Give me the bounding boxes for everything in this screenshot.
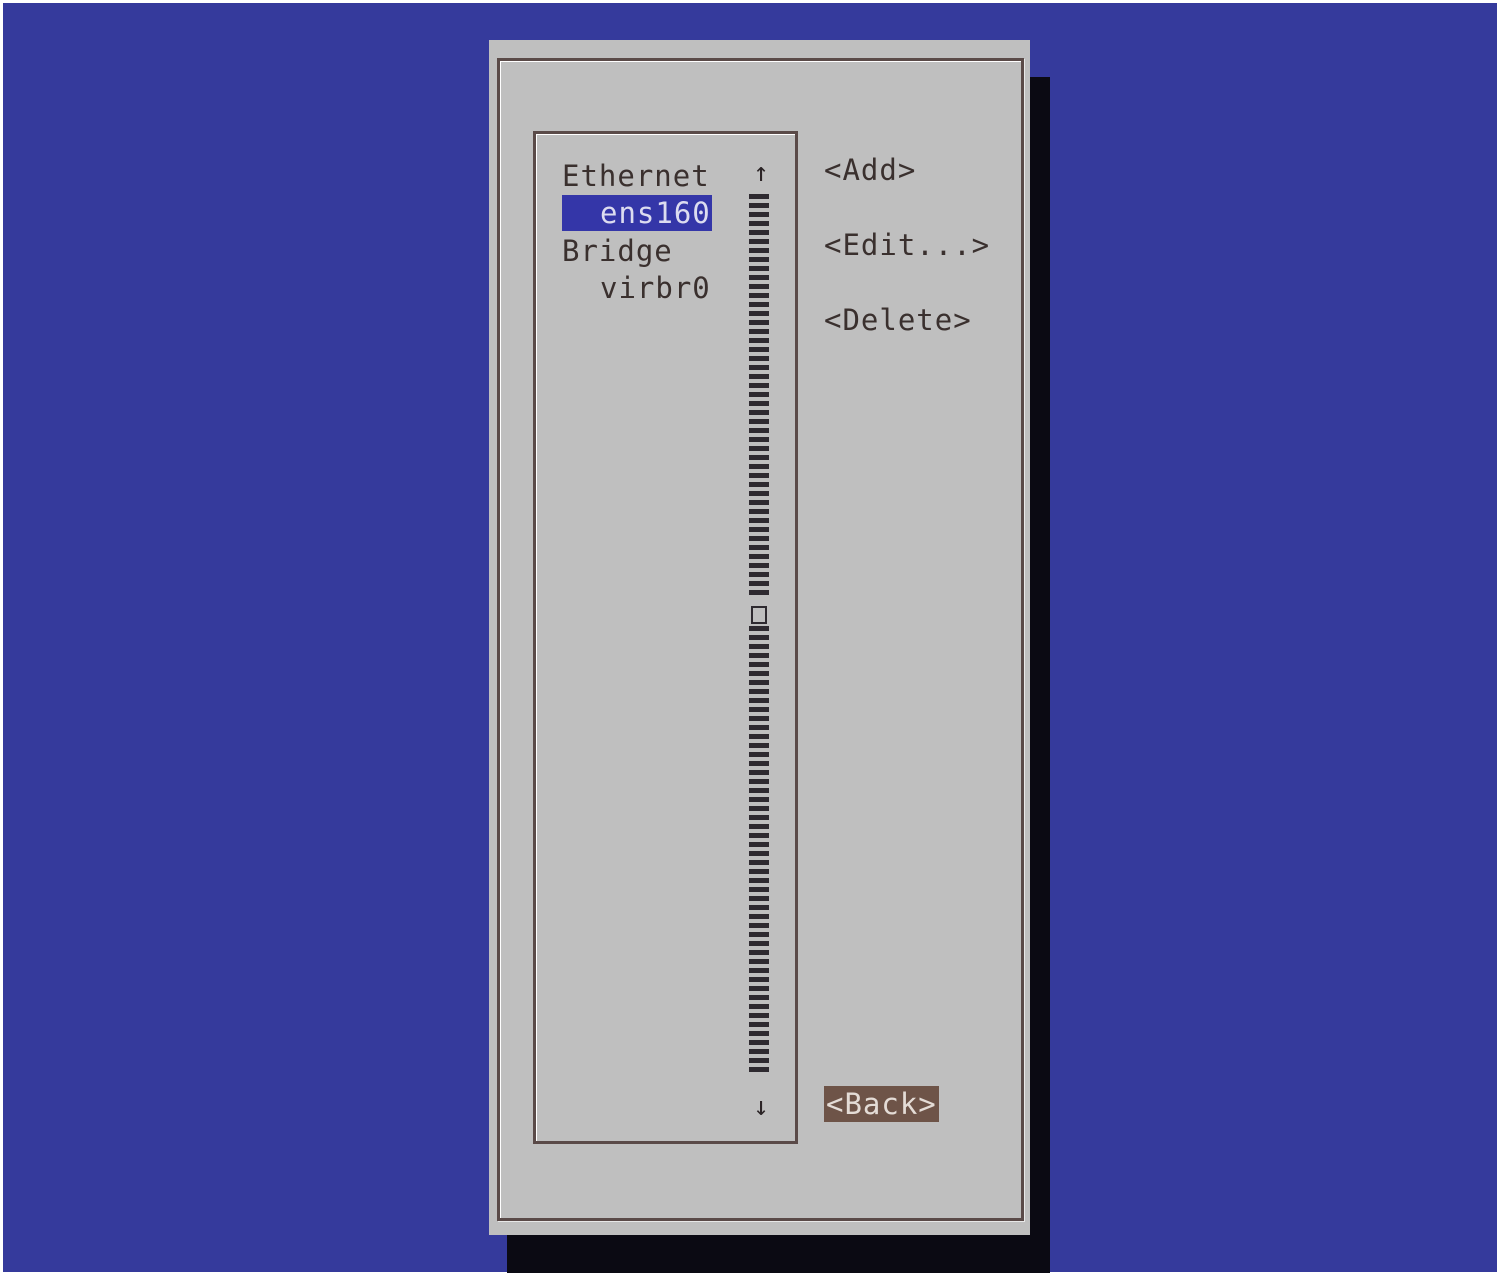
back-button[interactable]: <Back> bbox=[824, 1086, 939, 1122]
connection-list[interactable]: Ethernet ens160 Bridge virbr0 ↑ ↓ bbox=[533, 131, 798, 1144]
list-item-ens160[interactable]: ens160 bbox=[562, 195, 712, 231]
scroll-down-arrow-icon[interactable]: ↓ bbox=[746, 1092, 776, 1122]
add-button[interactable]: <Add> bbox=[824, 152, 916, 188]
connection-dialog: Ethernet ens160 Bridge virbr0 ↑ ↓ <Add> … bbox=[489, 40, 1030, 1235]
list-item-virbr0[interactable]: virbr0 bbox=[562, 270, 712, 306]
list-item-bridge-header: Bridge bbox=[562, 234, 673, 268]
edit-button[interactable]: <Edit...> bbox=[824, 227, 990, 263]
scrollbar-track-lower[interactable] bbox=[749, 626, 769, 1073]
scroll-up-arrow-icon[interactable]: ↑ bbox=[746, 158, 776, 188]
list-item-ethernet-header: Ethernet bbox=[562, 159, 710, 193]
scrollbar-track-upper[interactable] bbox=[749, 194, 769, 599]
scrollbar-thumb[interactable] bbox=[751, 606, 767, 624]
delete-button[interactable]: <Delete> bbox=[824, 302, 972, 338]
